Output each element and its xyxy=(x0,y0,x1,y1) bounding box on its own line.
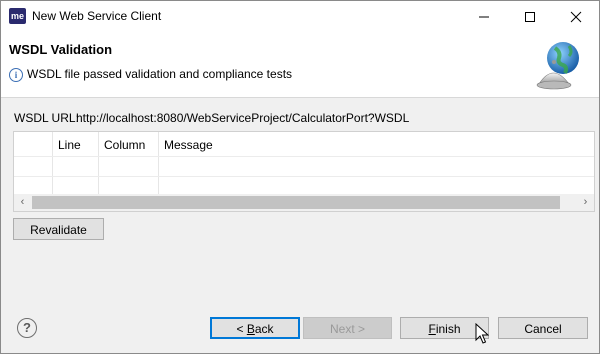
minimize-button[interactable] xyxy=(461,1,507,32)
column-divider xyxy=(98,132,99,194)
close-button[interactable] xyxy=(553,1,599,32)
window-title: New Web Service Client xyxy=(32,9,162,23)
column-header-message[interactable]: Message xyxy=(164,138,213,152)
page-title: WSDL Validation xyxy=(9,42,113,57)
row-divider xyxy=(14,176,594,177)
column-divider xyxy=(158,132,159,194)
next-button[interactable]: Next > xyxy=(303,317,392,339)
globe-service-bell-icon xyxy=(536,42,579,90)
wsdl-url-value: http://localhost:8080/WebServiceProject/… xyxy=(76,111,410,125)
back-label-rest: ack xyxy=(254,322,274,336)
wsdl-url-label: WSDL URL: xyxy=(14,111,79,125)
close-icon xyxy=(570,11,582,23)
scroll-left-icon[interactable]: ‹ xyxy=(14,194,31,211)
dialog-window: me New Web Service Client WSDL Validatio… xyxy=(0,0,600,354)
back-button[interactable]: < Back xyxy=(210,317,300,339)
minimize-icon xyxy=(479,16,489,18)
validation-table[interactable]: Line Column Message ‹ › xyxy=(13,131,595,212)
revalidate-button[interactable]: Revalidate xyxy=(13,218,104,240)
column-divider xyxy=(52,132,53,194)
column-header-line[interactable]: Line xyxy=(58,138,81,152)
finish-label-rest: inish xyxy=(435,322,461,336)
maximize-icon xyxy=(525,12,535,22)
horizontal-scrollbar[interactable]: ‹ › xyxy=(14,194,594,211)
cancel-button[interactable]: Cancel xyxy=(498,317,588,339)
back-label-mnemonic: B xyxy=(246,322,255,336)
header-row-divider xyxy=(14,156,594,157)
info-icon: i xyxy=(9,68,23,82)
scroll-right-icon[interactable]: › xyxy=(577,194,594,211)
help-icon[interactable]: ? xyxy=(17,318,37,338)
maximize-button[interactable] xyxy=(507,1,553,32)
column-header-column[interactable]: Column xyxy=(104,138,145,152)
header-banner: WSDL Validation i WSDL file passed valid… xyxy=(1,32,599,98)
status-message: WSDL file passed validation and complian… xyxy=(27,67,293,81)
mouse-pointer-icon xyxy=(475,323,489,344)
title-bar[interactable]: me New Web Service Client xyxy=(1,1,599,32)
back-label-prefix: < xyxy=(236,322,247,336)
app-icon: me xyxy=(9,8,26,24)
scrollbar-thumb[interactable] xyxy=(32,196,560,209)
finish-label-mnemonic: F xyxy=(428,322,436,336)
